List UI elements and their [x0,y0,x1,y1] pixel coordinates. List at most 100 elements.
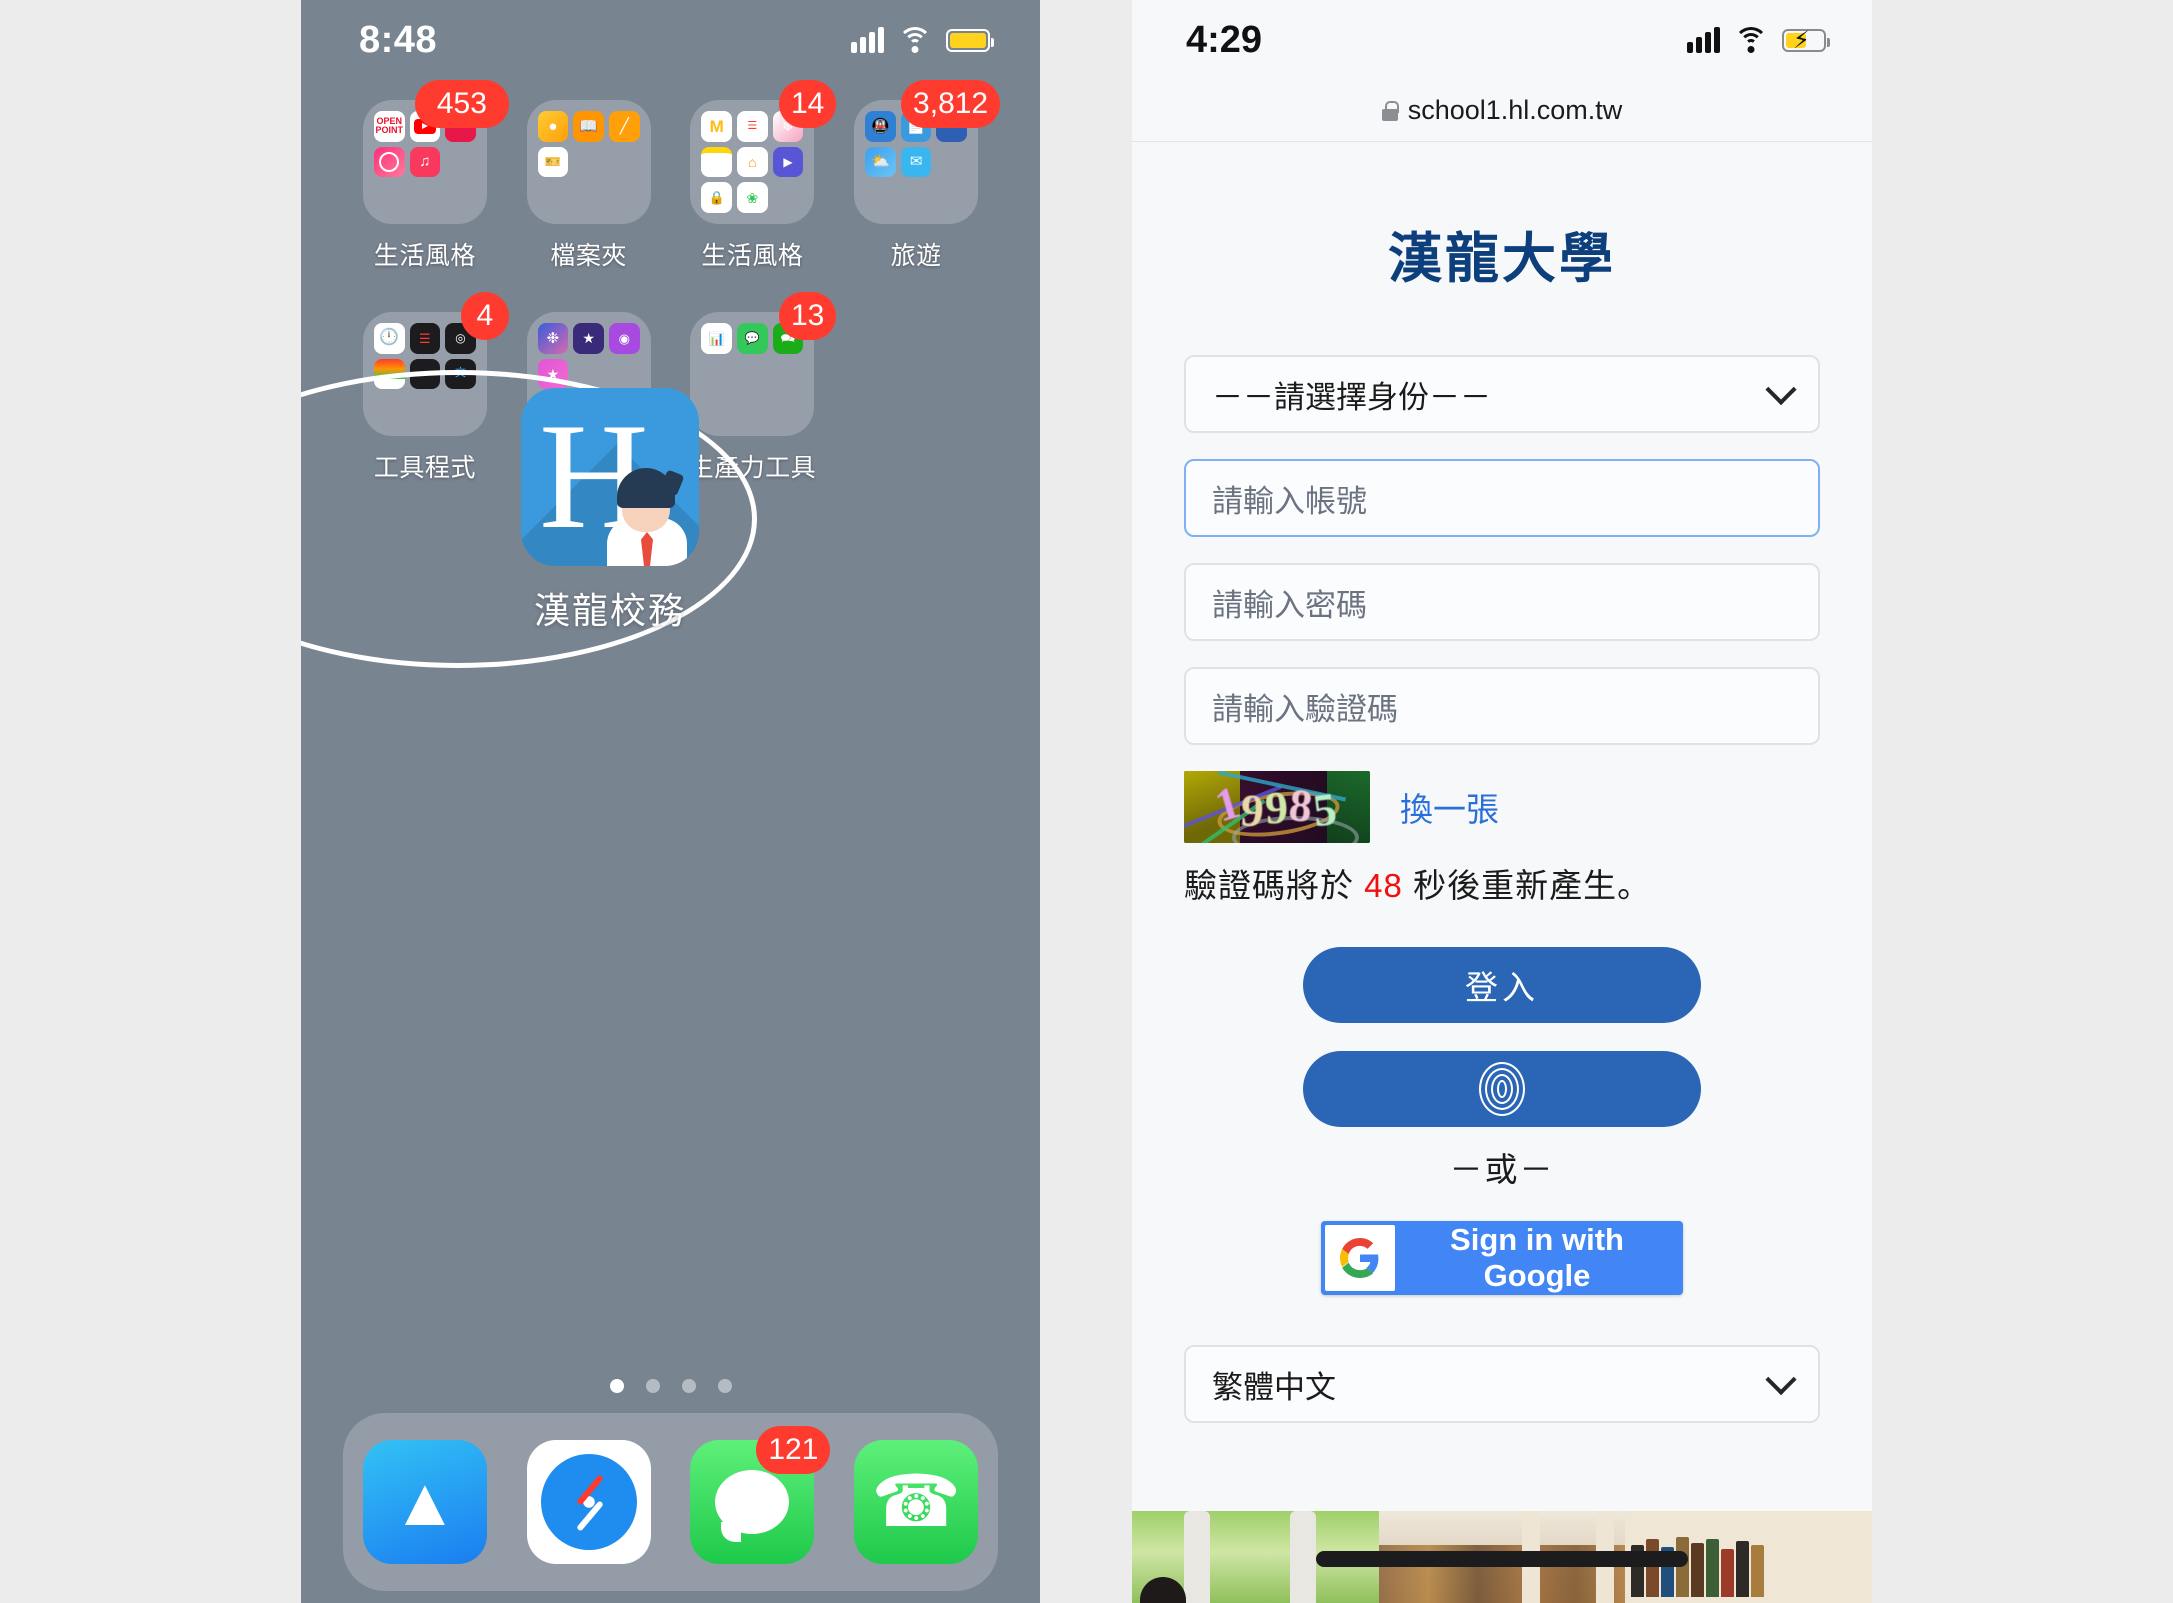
wifi-icon [898,27,932,53]
mini-app-music: ♫ [409,146,441,178]
mini-app-clock: 🕛 [373,323,405,354]
role-select-value: －－請選擇身份－－ [1212,379,1491,415]
page-dot-1[interactable] [609,1379,624,1393]
dock-messages-holder: 121 [690,1426,831,1564]
dock-app-safari[interactable] [526,1440,651,1564]
captcha-char-5: 5 [1310,782,1341,836]
mini-app-health [373,146,405,178]
browser-status-bar: 4:29 ⚡ [1132,0,1872,80]
folder-label: 生產力工具 [688,454,817,482]
status-time: 8:48 [359,18,438,61]
hanlong-app-icon: H [521,388,699,566]
cellular-bars-icon [1687,27,1720,53]
account-input[interactable]: 請輸入帳號 [1184,459,1820,537]
page-dot-3[interactable] [681,1379,696,1393]
fingerprint-icon [1479,1062,1525,1116]
browser-status-indicators: ⚡ [1687,27,1830,53]
mini-app-shortcuts: ❉ [537,323,569,354]
iphone-home-screen: 8:48 OPENPOINT UUPON ♫ [301,0,1040,1603]
screenshot-root: 8:48 OPENPOINT UUPON ♫ [0,0,2173,1603]
mini-app-wallet [373,358,405,390]
page-indicator[interactable] [301,1379,1040,1393]
folder-row-1: OPENPOINT UUPON ♫ 453 生活風格 [343,80,1001,272]
mini-app-openpoint: OPEN POINT [373,111,405,142]
dock-app-appstore[interactable]: ▲ [362,1440,487,1564]
mini-app-home: ⌂ [737,146,768,178]
battery-icon [946,28,994,52]
mini-app-photostar: ★ [537,358,569,390]
folder-label: 生活風格 [373,242,476,270]
mini-app-translate: 文 [445,358,476,390]
password-input[interactable]: 請輸入密碼 [1184,563,1820,641]
captcha-char-2: 9 [1239,783,1267,837]
folder-travel[interactable]: 🚇 📄 ⎯ ⛅ ✉ 3,812 旅遊 [834,80,1001,272]
mini-app-card: 🎫 [537,146,569,178]
folder-lifestyle-1[interactable]: OPENPOINT UUPON ♫ 453 生活風格 [343,80,509,272]
lock-icon [1381,100,1399,121]
mini-app-voicememos: ☰ [409,323,441,354]
folder-label: 生活風格 [701,242,804,270]
folder-label: 旅遊 [890,242,942,270]
chevron-down-icon [1765,1364,1797,1396]
mini-app-imovie: ★ [573,323,604,354]
captcha-input[interactable]: 請輸入驗證碼 [1184,667,1820,745]
url-text: school1.hl.com.tw [1407,95,1623,125]
battery-charging-icon: ⚡ [1782,28,1830,52]
captcha-timer: 驗證碼將於 48 秒後重新產生。 [1184,859,1820,907]
page-dot-2[interactable] [645,1379,660,1393]
role-select[interactable]: －－請選擇身份－－ [1184,355,1820,433]
google-signin-button[interactable]: Sign in with Google [1321,1221,1683,1295]
refresh-captcha-link[interactable]: 換一張 [1400,783,1499,831]
language-select[interactable]: 繁體中文 [1184,1345,1820,1423]
or-divider-label: －或－ [1449,1151,1555,1188]
folder-badge: 14 [779,80,837,128]
cellular-bars-icon [851,27,884,53]
mini-app-notes: ╱ [608,111,640,142]
mini-app-facetime: ▶ [772,146,804,178]
captcha-placeholder: 請輸入驗證碼 [1212,691,1398,727]
home-indicator [1316,1551,1688,1567]
folder-icon: ● 📖 ╱ 🎫 [526,100,651,224]
mini-app-notes2 [701,146,733,178]
folder-badge: 4 [460,292,509,340]
mini-app-books: 📖 [573,111,604,142]
account-placeholder: 請輸入帳號 [1212,483,1367,519]
dock: ▲ 121 ☎ [343,1413,998,1591]
status-indicators [851,27,994,53]
wifi-icon [1734,27,1768,53]
browser-status-time: 4:29 [1186,18,1263,61]
folder-utilities[interactable]: 🕛 ☰ ◎ ⎯ 文 4 工具程式 [343,292,509,484]
biometric-login-button[interactable] [1303,1051,1701,1127]
password-placeholder: 請輸入密碼 [1212,587,1367,623]
mini-app-messages: 💬 [737,323,768,354]
captcha-image: 19985 [1184,771,1370,843]
timer-seconds: 48 [1364,867,1403,904]
mini-app-weather: ⛅ [865,146,896,178]
dock-badge-messages: 121 [756,1426,831,1474]
mini-app-measure: ⎯ [409,358,441,390]
dock-app-phone[interactable]: ☎ [854,1440,979,1564]
captcha-row: 19985 換一張 [1184,771,1820,843]
timer-suffix: 秒後重新產生。 [1413,867,1652,904]
mini-app-podcasts: ◉ [608,323,640,354]
person-avatar-icon [605,462,691,566]
folder-lifestyle-2[interactable]: M ☰ ❄ ⌂ ▶ 🔒 ❀ 14 生活風格 [671,80,837,272]
chevron-down-icon [1765,374,1797,406]
page-dot-4[interactable] [717,1379,732,1393]
app-hanlong-school[interactable]: H 漢龍校務 [521,388,699,634]
mini-app-mcdonalds: M [701,111,733,142]
folder-badge: 3,812 [901,80,1001,128]
login-button[interactable]: 登入 [1303,947,1701,1023]
timer-prefix: 驗證碼將於 [1184,867,1354,904]
mobile-browser: 4:29 ⚡ school1.hl.com.tw 漢龍大學 －－請選擇身份－－ … [1132,0,1872,1603]
mini-app-reminders: ☰ [737,111,768,142]
login-page: 漢龍大學 －－請選擇身份－－ 請輸入帳號 請輸入密碼 請輸入驗證碼 1 9 9 … [1132,142,1872,1603]
app-label: 漢龍校務 [533,590,686,631]
google-signin-label: Sign in with Google [1450,1222,1624,1293]
url-bar[interactable]: school1.hl.com.tw [1132,80,1872,142]
folder-badge: 13 [779,292,837,340]
home-status-bar: 8:48 [301,0,1040,80]
page-title: 漢龍大學 [1388,229,1616,289]
folder-files[interactable]: ● 📖 ╱ 🎫 檔案夾 [507,100,671,272]
folder-label: 工具程式 [373,454,476,482]
